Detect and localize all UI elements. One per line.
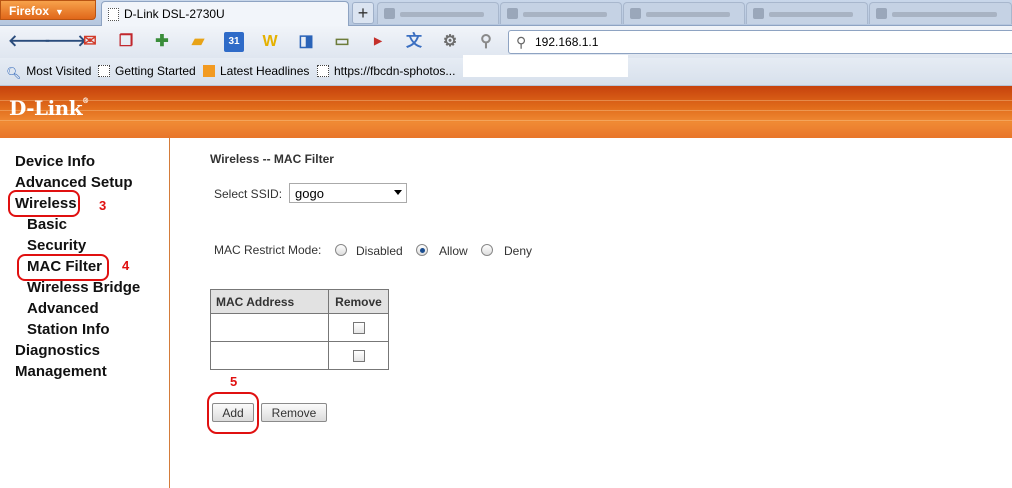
annotation-step-5: 5 bbox=[230, 374, 238, 389]
bookmark-getting-started[interactable]: Getting Started bbox=[98, 64, 196, 78]
table-row bbox=[210, 313, 389, 342]
sidebar-item-wireless-bridge[interactable]: Wireless Bridge bbox=[27, 279, 140, 296]
sidebar-item-basic[interactable]: Basic bbox=[27, 216, 67, 233]
mac-restrict-label: MAC Restrict Mode: bbox=[214, 243, 322, 257]
mac-filter-table: MAC Address Remove bbox=[210, 289, 389, 370]
rss-feed-icon bbox=[203, 65, 215, 77]
navigation-toolbar: 🡐 🡒 ✉ ❐ ✚ ▰ 31 W ◨ ▭ ▶ 文 ⚙ ⚲ ⚲ 192.168.1… bbox=[0, 26, 1012, 58]
bookmark-label: https://fbcdn-sphotos... bbox=[334, 64, 456, 78]
new-tab-button[interactable]: + bbox=[352, 2, 374, 24]
bookmark-latest-headlines[interactable]: Latest Headlines bbox=[203, 64, 309, 78]
share-app-icon[interactable]: ◨ bbox=[296, 32, 316, 52]
bookmark-fbcdn[interactable]: https://fbcdn-sphotos... bbox=[317, 64, 455, 78]
tab-favicon-icon bbox=[507, 8, 518, 19]
sidebar-item-management[interactable]: Management bbox=[15, 363, 107, 380]
tab-favicon-icon bbox=[753, 8, 764, 19]
router-header: D-Link® bbox=[0, 86, 1012, 138]
annotation-step-3: 3 bbox=[99, 198, 107, 213]
add-button[interactable]: Add bbox=[212, 403, 254, 422]
remove-checkbox[interactable] bbox=[352, 350, 365, 363]
tab-dlink[interactable]: D-Link DSL-2730U bbox=[101, 1, 349, 26]
briefcase-icon[interactable]: ▭ bbox=[332, 32, 352, 52]
annotation-ring bbox=[8, 190, 80, 217]
wallet-app-icon[interactable]: W bbox=[260, 32, 280, 52]
firefox-menu-label: Firefox bbox=[9, 4, 50, 18]
sidebar-item-advanced[interactable]: Advanced bbox=[27, 300, 99, 317]
magnifier-icon: 🔍︎ bbox=[6, 66, 22, 80]
page-title: Wireless -- MAC Filter bbox=[210, 152, 334, 166]
main-content: Wireless -- MAC Filter Select SSID: gogo… bbox=[171, 138, 1012, 488]
column-header-remove: Remove bbox=[328, 289, 389, 314]
puzzle-app-icon[interactable]: ✚ bbox=[152, 32, 172, 52]
sidebar-item-diagnostics[interactable]: Diagnostics bbox=[15, 342, 100, 359]
tab-favicon-icon bbox=[876, 8, 887, 19]
page-icon bbox=[108, 8, 119, 21]
page-icon bbox=[98, 65, 110, 77]
gmail-icon[interactable]: ✉ bbox=[80, 32, 100, 52]
router-sidebar: Device Info Advanced Setup Wireless Basi… bbox=[0, 138, 170, 488]
bookmark-most-visited[interactable]: 🔍︎ Most Visited bbox=[6, 64, 91, 80]
radio-deny-label: Deny bbox=[504, 244, 533, 258]
column-header-mac: MAC Address bbox=[210, 289, 329, 314]
ssid-selected-value: gogo bbox=[295, 186, 324, 201]
sidebar-item-advanced-setup[interactable]: Advanced Setup bbox=[15, 174, 133, 191]
gear-icon[interactable]: ⚙ bbox=[440, 32, 460, 52]
calendar-icon[interactable]: 31 bbox=[224, 32, 244, 52]
folder-app-icon[interactable]: ▰ bbox=[188, 32, 208, 52]
translate-icon[interactable]: 文 bbox=[404, 32, 424, 52]
page-icon bbox=[317, 65, 329, 77]
ssid-label: Select SSID: bbox=[214, 187, 283, 201]
sidebar-item-station-info[interactable]: Station Info bbox=[27, 321, 110, 338]
browser-tab-bar: Firefox ▼ D-Link DSL-2730U + bbox=[0, 0, 1012, 26]
bookmark-label: Getting Started bbox=[115, 64, 196, 78]
youtube-icon[interactable]: ▶ bbox=[368, 32, 388, 52]
bookmark-app-icon[interactable]: ❐ bbox=[116, 32, 136, 52]
table-header-row: MAC Address Remove bbox=[210, 289, 389, 314]
remove-checkbox[interactable] bbox=[352, 322, 365, 335]
forward-arrow-icon[interactable]: 🡒 bbox=[44, 32, 87, 52]
background-tab[interactable] bbox=[746, 2, 868, 24]
radio-allow[interactable] bbox=[416, 244, 428, 256]
background-tab[interactable] bbox=[377, 2, 499, 24]
remove-button[interactable]: Remove bbox=[261, 403, 327, 422]
search-icon: ⚲ bbox=[516, 34, 527, 50]
ssid-select[interactable]: gogo bbox=[289, 183, 407, 203]
background-tab[interactable] bbox=[623, 2, 745, 24]
tab-favicon-icon bbox=[384, 8, 395, 19]
background-tab[interactable] bbox=[500, 2, 622, 24]
bookmark-label: Most Visited bbox=[26, 64, 92, 78]
redacted-area bbox=[463, 55, 628, 77]
mac-cell bbox=[210, 341, 329, 370]
chevron-down-icon: ▼ bbox=[55, 7, 64, 17]
sidebar-item-device-info[interactable]: Device Info bbox=[15, 153, 95, 170]
bookmark-label: Latest Headlines bbox=[220, 64, 310, 78]
radio-allow-label: Allow bbox=[439, 244, 468, 258]
radio-deny[interactable] bbox=[481, 244, 493, 256]
tab-title: D-Link DSL-2730U bbox=[124, 7, 225, 21]
dlink-logo: D-Link® bbox=[9, 96, 89, 120]
back-arrow-icon[interactable]: 🡐 bbox=[8, 32, 51, 52]
firefox-menu-button[interactable]: Firefox ▼ bbox=[0, 0, 96, 20]
chevron-down-icon bbox=[394, 190, 402, 195]
radio-disabled-label: Disabled bbox=[356, 244, 403, 258]
mac-cell bbox=[210, 313, 329, 342]
url-text: 192.168.1.1 bbox=[535, 35, 599, 49]
annotation-ring bbox=[17, 254, 109, 281]
tab-favicon-icon bbox=[630, 8, 641, 19]
background-tab[interactable] bbox=[869, 2, 1012, 24]
magnifier-icon[interactable]: ⚲ bbox=[476, 32, 496, 52]
sidebar-item-security[interactable]: Security bbox=[27, 237, 86, 254]
table-row bbox=[210, 341, 389, 370]
annotation-step-4: 4 bbox=[122, 258, 130, 273]
radio-disabled[interactable] bbox=[335, 244, 347, 256]
url-bar[interactable]: ⚲ 192.168.1.1 bbox=[508, 30, 1012, 54]
